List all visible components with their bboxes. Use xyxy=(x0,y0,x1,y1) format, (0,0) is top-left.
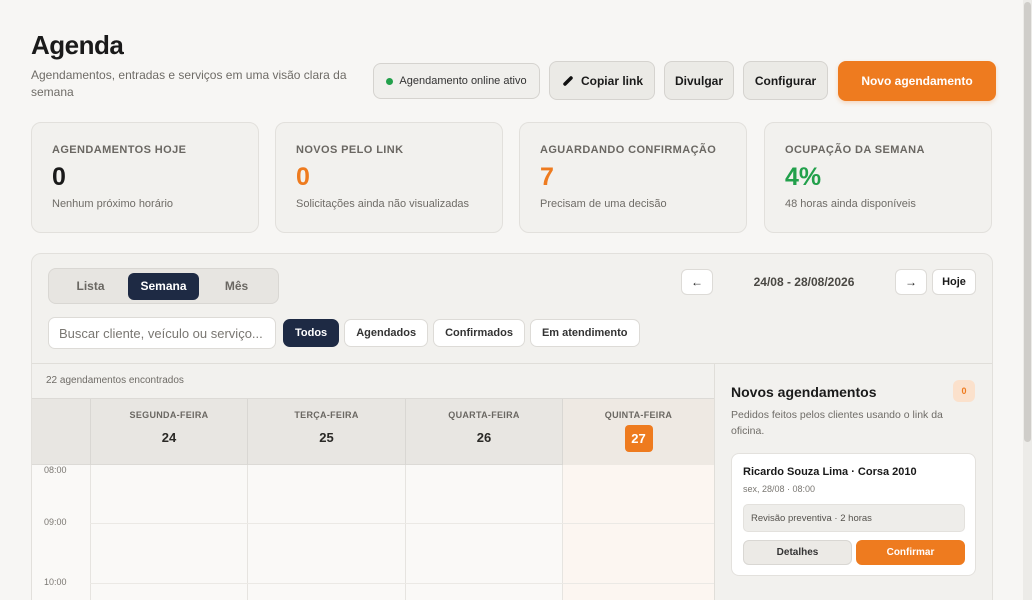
stat-value: 0 xyxy=(296,163,310,191)
stat-card-occupancy: OCUPAÇÃO DA SEMANA 4% 48 horas ainda dis… xyxy=(764,122,992,233)
day-column[interactable] xyxy=(90,465,247,600)
divider xyxy=(32,363,992,364)
stat-label: OCUPAÇÃO DA SEMANA xyxy=(785,144,925,156)
day-header-tuesday[interactable]: TERÇA-FEIRA 25 xyxy=(247,399,405,466)
details-button[interactable]: Detalhes xyxy=(743,540,852,565)
time-label: 09:00 xyxy=(44,517,67,527)
status-filters: Todos Agendados Confirmados Em atendimen… xyxy=(283,319,640,347)
day-name: SEGUNDA-FEIRA xyxy=(129,410,209,420)
new-appointment-button[interactable]: Novo agendamento xyxy=(838,61,996,101)
copy-link-button[interactable]: Copiar link xyxy=(549,61,655,100)
today-button[interactable]: Hoje xyxy=(932,268,976,295)
day-column[interactable] xyxy=(405,465,562,600)
day-column[interactable] xyxy=(247,465,405,600)
day-header-wednesday[interactable]: QUARTA-FEIRA 26 xyxy=(405,399,562,466)
agenda-panel: Lista Semana Mês ← 24/08 - 28/08/2026 → … xyxy=(31,253,993,600)
appointment-request-card: Ricardo Souza Lima · Corsa 2010 sex, 28/… xyxy=(731,453,976,576)
online-status-pill[interactable]: Agendamento online ativo xyxy=(373,63,540,99)
day-number: 25 xyxy=(319,430,334,445)
next-week-button[interactable]: → xyxy=(895,268,927,295)
filter-confirmados[interactable]: Confirmados xyxy=(433,319,525,347)
tab-mes[interactable]: Mês xyxy=(199,273,274,300)
day-name: QUARTA-FEIRA xyxy=(448,410,520,420)
stat-card-today: AGENDAMENTOS HOJE 0 Nenhum próximo horár… xyxy=(31,122,259,233)
prev-week-button[interactable]: ← xyxy=(681,268,713,295)
divulgar-button[interactable]: Divulgar xyxy=(664,61,734,100)
time-label: 10:00 xyxy=(44,577,67,587)
stat-label: AGUARDANDO CONFIRMAÇÃO xyxy=(540,144,717,156)
day-number: 24 xyxy=(161,430,177,445)
stat-value: 7 xyxy=(540,163,554,191)
search-input[interactable]: Buscar cliente, veículo ou serviço... xyxy=(48,317,276,349)
stat-label: NOVOS PELO LINK xyxy=(296,144,404,156)
page-title: Agenda xyxy=(31,30,124,60)
tab-semana[interactable]: Semana xyxy=(127,272,200,300)
day-number: 26 xyxy=(476,430,492,445)
day-header-monday[interactable]: SEGUNDA-FEIRA 24 xyxy=(90,399,247,466)
stat-value: 4% xyxy=(785,163,822,191)
scrollbar-thumb[interactable] xyxy=(1024,2,1031,442)
sidebar-divider xyxy=(714,364,715,600)
stat-desc: 48 horas ainda disponíveis xyxy=(785,198,916,210)
stat-value: 0 xyxy=(52,163,66,191)
stat-desc: Solicitações ainda não visualizadas xyxy=(296,198,470,210)
hour-line xyxy=(90,523,714,524)
stat-desc: Nenhum próximo horário xyxy=(52,198,174,210)
new-appointments-desc: Pedidos feitos pelos clientes usando o l… xyxy=(731,409,943,437)
time-label: 08:00 xyxy=(44,465,67,475)
week-calendar: SEGUNDA-FEIRA 24 TERÇA-FEIRA 25 QUARTA-F… xyxy=(32,398,714,600)
page-subtitle: Agendamentos, entradas e serviços em uma… xyxy=(31,68,347,99)
view-tabs: Lista Semana Mês xyxy=(48,268,279,304)
day-name: QUINTA-FEIRA xyxy=(604,410,673,420)
calendar-header: SEGUNDA-FEIRA 24 TERÇA-FEIRA 25 QUARTA-F… xyxy=(32,398,714,466)
stat-card-pending: AGUARDANDO CONFIRMAÇÃO 7 Precisam de uma… xyxy=(519,122,747,233)
day-column-today[interactable] xyxy=(562,465,714,600)
new-appointments-badge: 0 xyxy=(953,380,975,402)
date-navigation: ← 24/08 - 28/08/2026 → Hoje xyxy=(681,268,976,295)
stat-card-new-link: NOVOS PELO LINK 0 Solicitações ainda não… xyxy=(275,122,503,233)
request-service: Revisão preventiva · 2 horas xyxy=(743,504,965,532)
request-datetime: sex, 28/08 · 08:00 xyxy=(743,484,816,494)
request-client-vehicle: Ricardo Souza Lima · Corsa 2010 xyxy=(743,466,917,478)
hour-line xyxy=(90,583,714,584)
tab-lista[interactable]: Lista xyxy=(53,273,128,300)
day-name: TERÇA-FEIRA xyxy=(294,410,359,420)
filter-todos[interactable]: Todos xyxy=(283,319,340,347)
filter-em-atendimento[interactable]: Em atendimento xyxy=(529,319,640,347)
confirm-button[interactable]: Confirmar xyxy=(856,540,965,565)
results-count: 22 agendamentos encontrados xyxy=(46,375,184,386)
calendar-grid: 08:00 09:00 10:00 xyxy=(32,465,714,600)
status-dot-icon xyxy=(386,77,394,85)
day-header-thursday[interactable]: QUINTA-FEIRA 27 xyxy=(562,399,714,466)
date-range: 24/08 - 28/08/2026 xyxy=(753,274,855,289)
copy-link-label: Copiar link xyxy=(580,73,643,88)
day-number-today: 27 xyxy=(624,425,653,452)
scrollbar[interactable] xyxy=(1023,0,1032,600)
new-appointments-title: Novos agendamentos xyxy=(731,384,877,400)
link-icon xyxy=(563,75,573,86)
filter-agendados[interactable]: Agendados xyxy=(344,319,429,347)
online-status-label: Agendamento online ativo xyxy=(399,75,527,87)
configurar-button[interactable]: Configurar xyxy=(743,61,828,100)
header-actions: Agendamento online ativo Copiar link Div… xyxy=(373,61,996,101)
stat-desc: Precisam de uma decisão xyxy=(540,198,667,210)
stat-label: AGENDAMENTOS HOJE xyxy=(52,144,187,156)
